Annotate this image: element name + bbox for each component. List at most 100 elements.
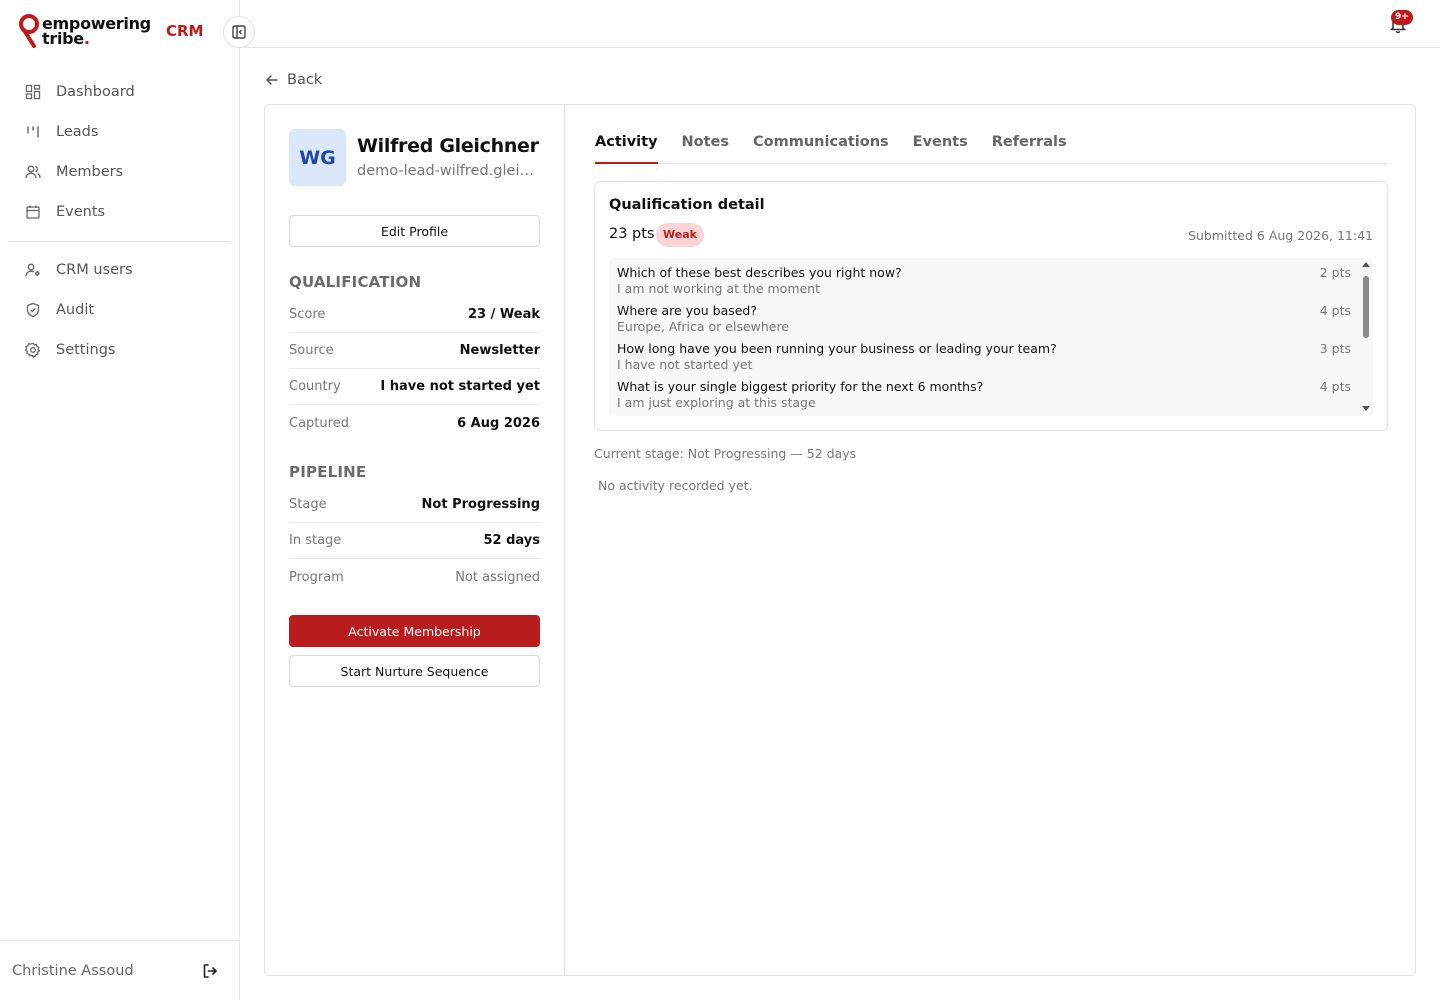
field-value: 23 / Weak	[467, 307, 540, 322]
brand-product-label: CRM	[166, 22, 204, 40]
qualification-row-source: Source Newsletter	[289, 333, 540, 369]
start-nurture-sequence-button[interactable]: Start Nurture Sequence	[289, 655, 540, 687]
tab-communications[interactable]: Communications	[753, 129, 889, 164]
arrow-left-icon	[266, 75, 278, 85]
sidebar: empowering tribe. CRM Dashboard Leads Me…	[0, 0, 240, 1000]
top-bar: 9+	[240, 0, 1440, 48]
qualification-list: Score 23 / Weak Source Newsletter Countr…	[289, 297, 540, 441]
dashboard-icon	[24, 83, 42, 101]
sidebar-item-members[interactable]: Members	[8, 152, 231, 192]
question-text: Which of these best describes you right …	[617, 265, 902, 280]
field-label: Score	[289, 307, 326, 322]
brand-dot: .	[83, 29, 90, 48]
list-item: Where are you based? Europe, Africa or e…	[617, 303, 1351, 334]
lead-tabs: Activity Notes Communications Events Ref…	[595, 129, 1387, 164]
empty-activity-message: No activity recorded yet.	[598, 478, 753, 493]
field-label: Stage	[289, 497, 327, 512]
users-icon	[24, 261, 42, 279]
pipeline-list: Stage Not Progressing In stage 52 days P…	[289, 487, 540, 595]
pipeline-row-in-stage: In stage 52 days	[289, 523, 540, 559]
field-label: In stage	[289, 533, 342, 548]
answer-points: 4 pts	[1319, 303, 1351, 318]
activate-membership-button[interactable]: Activate Membership	[289, 615, 540, 647]
scroll-down-arrow-icon[interactable]	[1362, 406, 1370, 411]
sidebar-item-settings[interactable]: Settings	[8, 330, 231, 370]
sidebar-item-label: Leads	[56, 124, 99, 140]
shield-icon	[24, 301, 42, 319]
field-value: Not assigned	[455, 569, 540, 585]
list-item: What is your single biggest priority for…	[617, 379, 1351, 410]
notification-count-badge: 9+	[1391, 10, 1413, 25]
leads-icon	[24, 123, 42, 141]
field-label: Source	[289, 343, 334, 358]
tab-activity[interactable]: Activity	[595, 129, 658, 164]
lead-name: Wilfred Gleichner	[357, 135, 539, 157]
sidebar-footer: Christine Assoud	[0, 940, 239, 1000]
main-nav: Dashboard Leads Members Events CRM users…	[8, 72, 231, 370]
brand-line2: tribe	[42, 29, 84, 48]
field-value: 52 days	[483, 533, 540, 548]
field-value: 6 Aug 2026	[457, 415, 540, 431]
status-badge: Weak	[656, 223, 704, 247]
logout-icon[interactable]	[201, 962, 219, 980]
tab-events[interactable]: Events	[913, 129, 968, 164]
qualification-points: 23 pts	[609, 226, 655, 242]
current-user-name: Christine Assoud	[12, 962, 134, 979]
qualification-answers-list[interactable]: Which of these best describes you right …	[609, 258, 1373, 416]
pipeline-row-stage: Stage Not Progressing	[289, 487, 540, 523]
tab-referrals[interactable]: Referrals	[992, 129, 1067, 164]
pipeline-row-program: Program Not assigned	[289, 559, 540, 595]
field-value: Newsletter	[459, 343, 540, 358]
sidebar-item-crm-users[interactable]: CRM users	[8, 250, 231, 290]
scrollbar-thumb[interactable]	[1363, 276, 1369, 338]
sidebar-item-leads[interactable]: Leads	[8, 112, 231, 152]
sidebar-item-label: Events	[56, 204, 106, 220]
answer-text: I am just exploring at this stage	[617, 395, 816, 410]
qualification-detail-card: Qualification detail 23 pts Weak Submitt…	[594, 181, 1388, 431]
scrollbar[interactable]	[1359, 258, 1373, 416]
brand-wordmark: empowering tribe.	[42, 16, 151, 48]
question-text: How long have you been running your busi…	[617, 341, 1057, 356]
sidebar-item-audit[interactable]: Audit	[8, 290, 231, 330]
answer-points: 4 pts	[1319, 379, 1351, 394]
field-label: Country	[289, 379, 341, 394]
field-label: Program	[289, 569, 344, 585]
current-stage-text: Current stage: Not Progressing — 52 days	[594, 446, 857, 461]
sidebar-item-label: Members	[56, 164, 124, 180]
field-label: Captured	[289, 415, 349, 431]
list-item: Which of these best describes you right …	[617, 265, 1351, 296]
brand-logo[interactable]: empowering tribe.	[18, 14, 151, 48]
sidebar-item-label: Audit	[56, 302, 95, 318]
qualification-row-country: Country I have not started yet	[289, 369, 540, 405]
back-link[interactable]: Back	[265, 72, 322, 88]
answer-text: I have not started yet	[617, 357, 753, 372]
edit-profile-button[interactable]: Edit Profile	[289, 215, 540, 247]
nav-divider	[8, 241, 231, 242]
qualification-row-captured: Captured 6 Aug 2026	[289, 405, 540, 441]
answer-text: I am not working at the moment	[617, 281, 821, 296]
tab-notes[interactable]: Notes	[682, 129, 730, 164]
sidebar-item-label: CRM users	[56, 262, 133, 278]
calendar-icon	[24, 203, 42, 221]
collapse-sidebar-button[interactable]	[223, 16, 255, 48]
sidebar-item-dashboard[interactable]: Dashboard	[8, 72, 231, 112]
question-text: Where are you based?	[617, 303, 757, 318]
answer-points: 2 pts	[1319, 265, 1351, 280]
lead-detail-card: WG Wilfred Gleichner demo-lead-wilfred.g…	[264, 104, 1416, 976]
gear-icon	[24, 341, 42, 359]
lead-identifier: demo-lead-wilfred.gleichner	[357, 163, 541, 179]
scroll-up-arrow-icon[interactable]	[1362, 262, 1370, 267]
field-value: Not Progressing	[421, 497, 540, 512]
list-item: How long have you been running your busi…	[617, 341, 1351, 372]
submitted-timestamp: Submitted 6 Aug 2026, 11:41	[1188, 228, 1373, 243]
sidebar-item-events[interactable]: Events	[8, 192, 231, 232]
sidebar-item-label: Dashboard	[56, 84, 135, 100]
question-text: What is your single biggest priority for…	[617, 379, 984, 394]
pin-logo-icon	[19, 14, 39, 48]
pipeline-heading: PIPELINE	[289, 463, 367, 481]
avatar: WG	[289, 129, 346, 186]
answer-points: 3 pts	[1319, 341, 1351, 356]
members-icon	[24, 163, 42, 181]
answer-text: Europe, Africa or elsewhere	[617, 319, 790, 334]
sidebar-item-label: Settings	[56, 342, 116, 358]
